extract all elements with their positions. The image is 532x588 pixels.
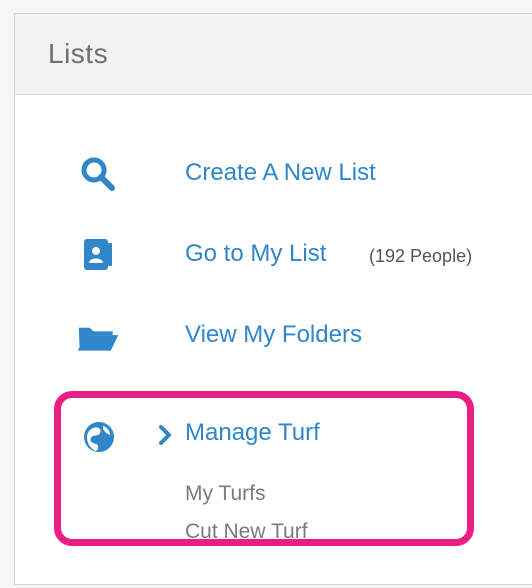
folder-open-icon xyxy=(76,318,120,354)
create-new-list-item[interactable]: Create A New List xyxy=(15,149,532,197)
lists-panel: Lists Create A New List Go to My List (1… xyxy=(14,13,532,585)
people-count: (192 People) xyxy=(369,246,473,266)
go-to-my-list-item[interactable]: Go to My List (192 People) xyxy=(15,230,532,278)
manage-turf-section: Manage Turf My Turfs Cut New Turf xyxy=(15,391,532,561)
panel-header: Lists xyxy=(15,14,532,95)
search-icon xyxy=(76,156,120,192)
manage-turf-item[interactable]: Manage Turf xyxy=(15,419,532,467)
my-turfs-link[interactable]: My Turfs xyxy=(185,482,266,506)
view-my-folders-link[interactable]: View My Folders xyxy=(185,321,362,349)
cut-new-turf-link[interactable]: Cut New Turf xyxy=(185,520,308,544)
create-new-list-link[interactable]: Create A New List xyxy=(185,159,376,187)
chevron-right-icon xyxy=(156,423,174,447)
view-my-folders-item[interactable]: View My Folders xyxy=(15,311,532,359)
page-title: Lists xyxy=(48,38,109,69)
contact-card-icon xyxy=(76,237,120,273)
manage-turf-link[interactable]: Manage Turf xyxy=(185,419,320,447)
go-to-my-list-link[interactable]: Go to My List xyxy=(185,240,326,268)
globe-icon xyxy=(81,419,117,455)
